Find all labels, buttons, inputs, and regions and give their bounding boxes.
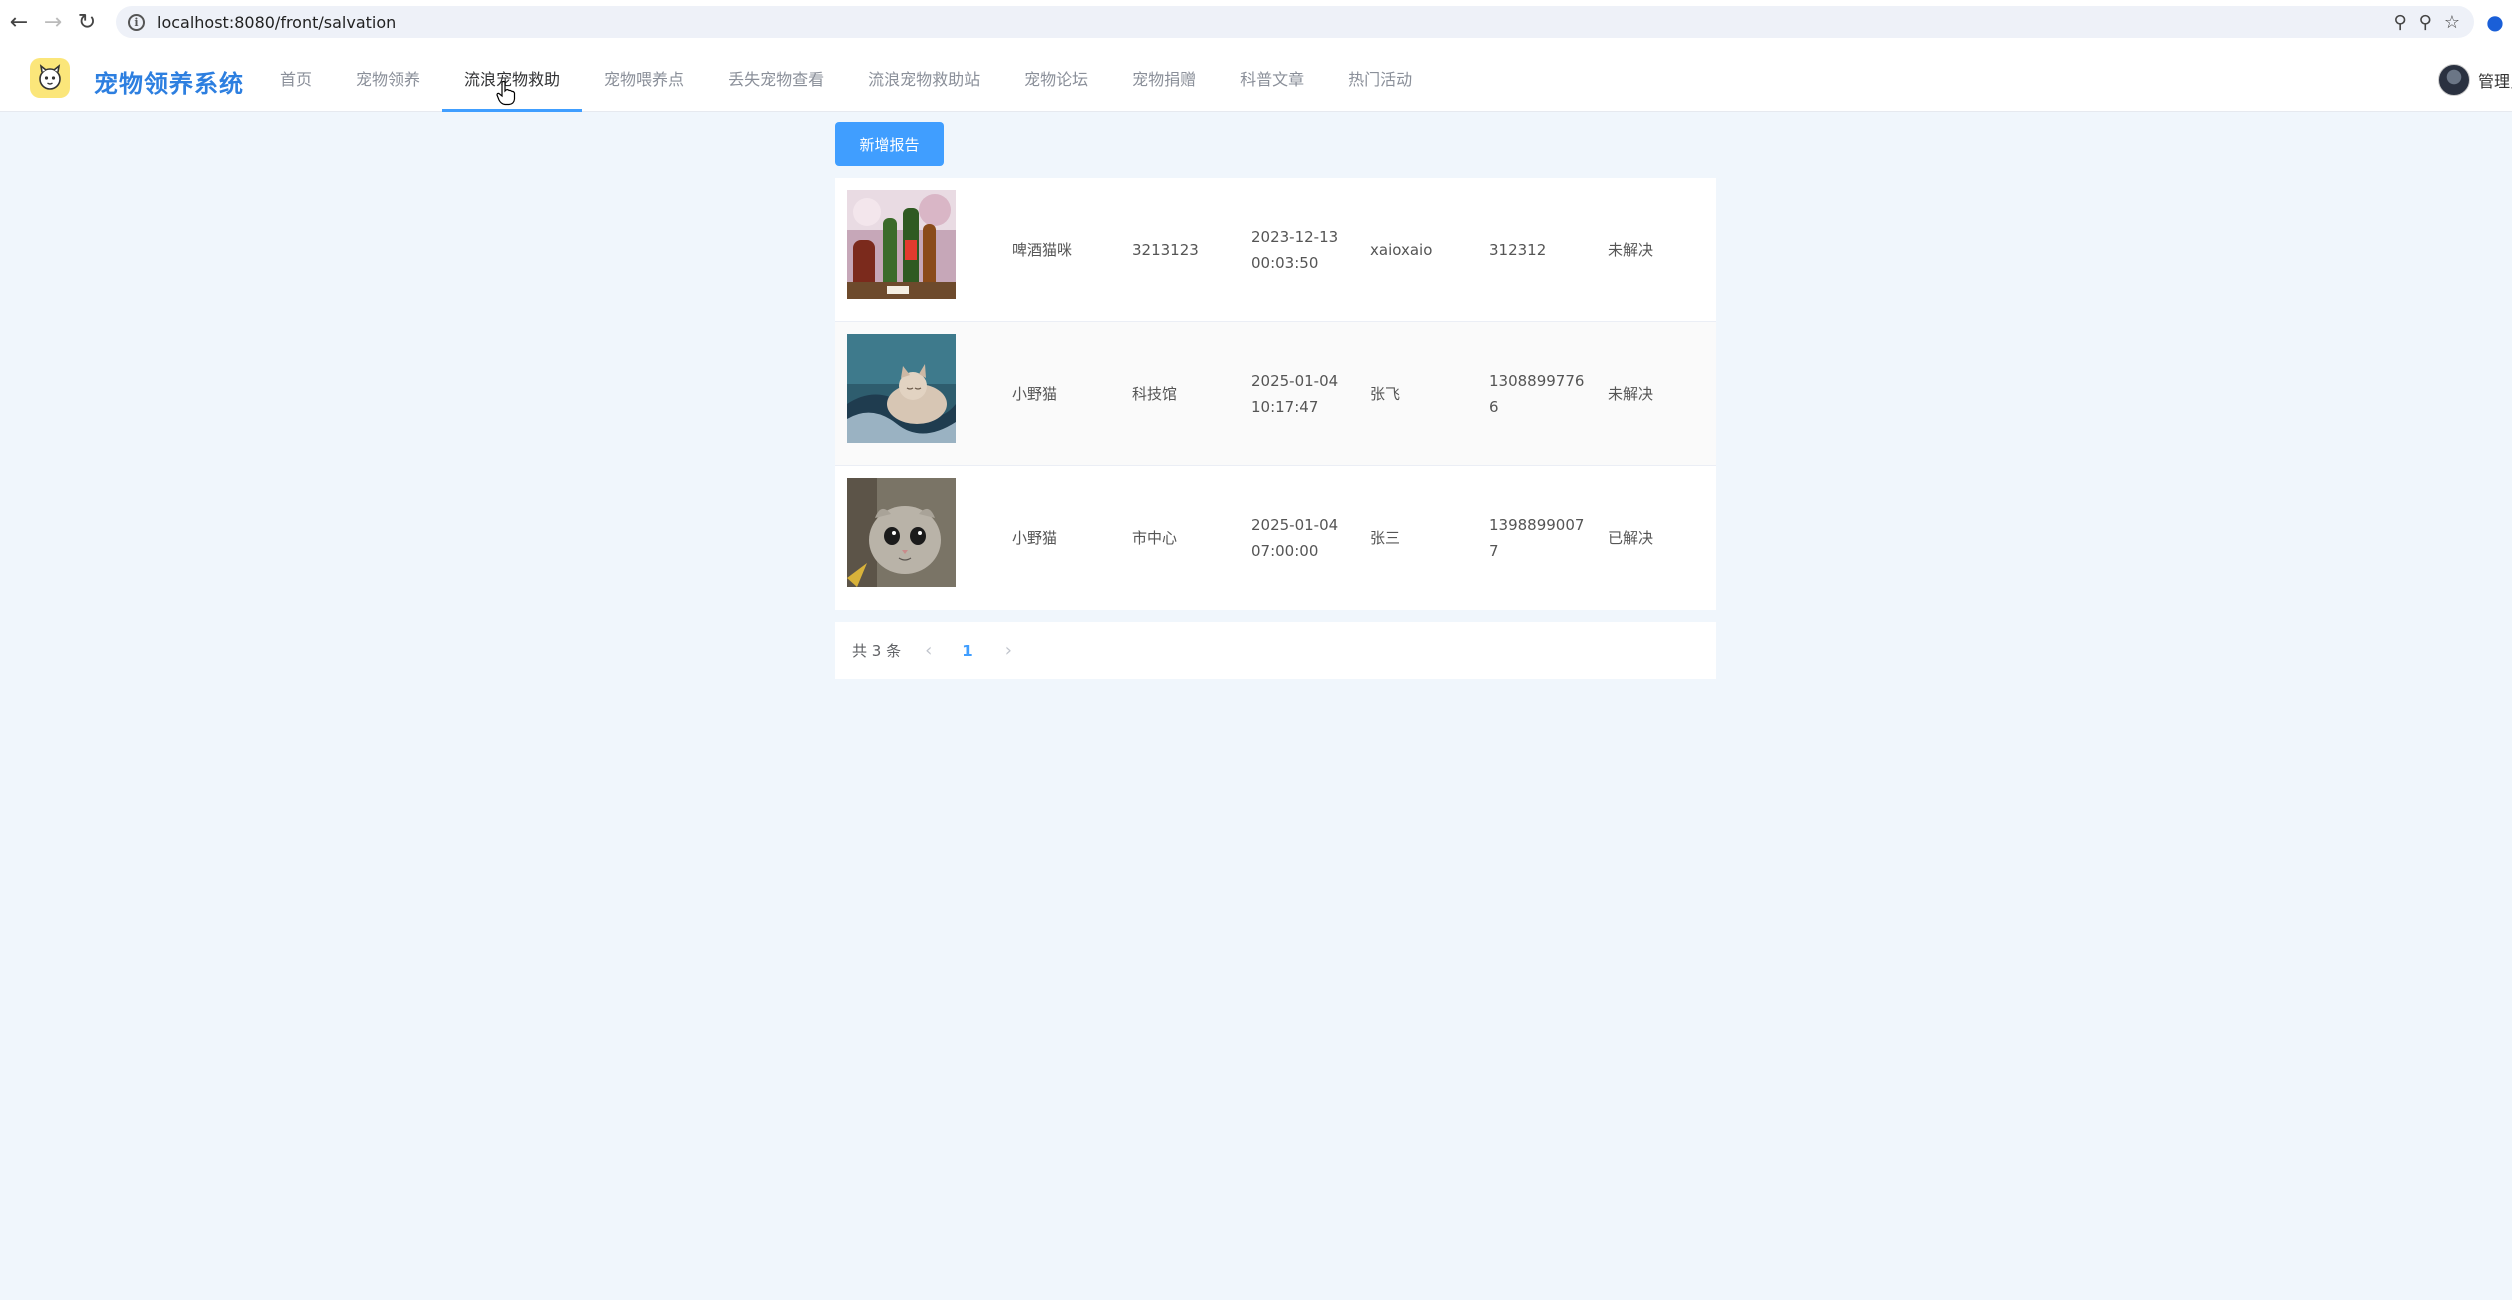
user-menu[interactable]: 管理员 xyxy=(2438,64,2512,96)
found-location: 科技馆 xyxy=(1132,384,1178,403)
nav-lost-pets[interactable]: 丢失宠物查看 xyxy=(706,44,846,112)
logo-icon[interactable] xyxy=(30,58,70,98)
nav-events[interactable]: 热门活动 xyxy=(1326,44,1434,112)
pet-photo[interactable] xyxy=(847,334,956,443)
total-count: 共 3 条 xyxy=(852,642,902,660)
report-time: 2025-01-04 10:17:47 xyxy=(1251,371,1339,416)
main-nav: 首页 宠物领养 流浪宠物救助 宠物喂养点 丢失宠物查看 流浪宠物救助站 宠物论坛… xyxy=(258,44,1434,112)
nav-rescue-stations[interactable]: 流浪宠物救助站 xyxy=(846,44,1002,112)
next-page-icon[interactable]: › xyxy=(1005,640,1012,661)
reporter-name: 张飞 xyxy=(1370,384,1401,403)
pet-name: 小野猫 xyxy=(1012,529,1058,547)
hand-cursor-icon xyxy=(496,80,516,106)
pet-photo[interactable] xyxy=(847,190,956,299)
nav-home[interactable]: 首页 xyxy=(258,44,334,112)
table-row[interactable]: 小野猫 市中心 2025-01-04 07:00:00 张三 139889900… xyxy=(835,466,1716,610)
reporter-phone: 13988990077 xyxy=(1489,516,1585,560)
nav-forum[interactable]: 宠物论坛 xyxy=(1002,44,1110,112)
profile-icon[interactable]: ● xyxy=(2482,9,2508,35)
report-time: 2025-01-04 07:00:00 xyxy=(1251,516,1339,560)
pagination: 共 3 条 ‹ 1 › xyxy=(835,622,1716,679)
status-badge: 已解决 xyxy=(1608,529,1654,547)
table-row[interactable]: 啤酒猫咪 3213123 2023-12-13 00:03:50 xaioxai… xyxy=(835,178,1716,322)
prev-page-icon[interactable]: ‹ xyxy=(925,640,932,661)
reporter-name: 张三 xyxy=(1370,529,1401,547)
pet-photo[interactable] xyxy=(847,478,956,587)
brand-title[interactable]: 宠物领养系统 xyxy=(94,64,244,99)
add-report-button[interactable]: 新增报告 xyxy=(835,122,944,166)
browser-toolbar: ← → ↻ i localhost:8080/front/salvation ⚲… xyxy=(0,0,2512,44)
page-number[interactable]: 1 xyxy=(962,642,972,660)
status-badge: 未解决 xyxy=(1608,240,1654,259)
nav-articles[interactable]: 科普文章 xyxy=(1218,44,1326,112)
site-info-icon[interactable]: i xyxy=(128,13,145,31)
bookmark-star-icon[interactable]: ☆ xyxy=(2444,12,2460,33)
reporter-name: xaioxaio xyxy=(1370,240,1433,259)
table-row[interactable]: 小野猫 科技馆 2025-01-04 10:17:47 张飞 130889977… xyxy=(835,322,1716,466)
nav-donation[interactable]: 宠物捐赠 xyxy=(1110,44,1218,112)
address-bar[interactable]: i localhost:8080/front/salvation ⚲ ⚲ ☆ xyxy=(116,6,2474,38)
forward-icon[interactable]: → xyxy=(38,7,68,37)
status-badge: 未解决 xyxy=(1608,384,1654,403)
avatar[interactable] xyxy=(2438,64,2470,96)
site-header: 宠物领养系统 首页 宠物领养 流浪宠物救助 宠物喂养点 丢失宠物查看 流浪宠物救… xyxy=(0,44,2512,112)
found-location: 市中心 xyxy=(1132,529,1178,547)
pet-name: 啤酒猫咪 xyxy=(1012,240,1073,259)
reporter-phone: 13088997766 xyxy=(1489,371,1585,416)
zoom-icon[interactable]: ⚲ xyxy=(2419,12,2432,33)
nav-feeding-points[interactable]: 宠物喂养点 xyxy=(582,44,706,112)
report-table: 啤酒猫咪 3213123 2023-12-13 00:03:50 xaioxai… xyxy=(835,178,1716,610)
nav-pet-adoption[interactable]: 宠物领养 xyxy=(334,44,442,112)
pet-name: 小野猫 xyxy=(1012,384,1058,403)
reload-icon[interactable]: ↻ xyxy=(72,7,102,37)
back-icon[interactable]: ← xyxy=(4,7,34,37)
password-key-icon[interactable]: ⚲ xyxy=(2393,12,2406,33)
url-text[interactable]: localhost:8080/front/salvation xyxy=(157,13,396,32)
user-name[interactable]: 管理员 xyxy=(2478,68,2512,92)
report-time: 2023-12-13 00:03:50 xyxy=(1251,227,1339,272)
reporter-phone: 312312 xyxy=(1489,240,1547,259)
found-location: 3213123 xyxy=(1132,240,1199,259)
